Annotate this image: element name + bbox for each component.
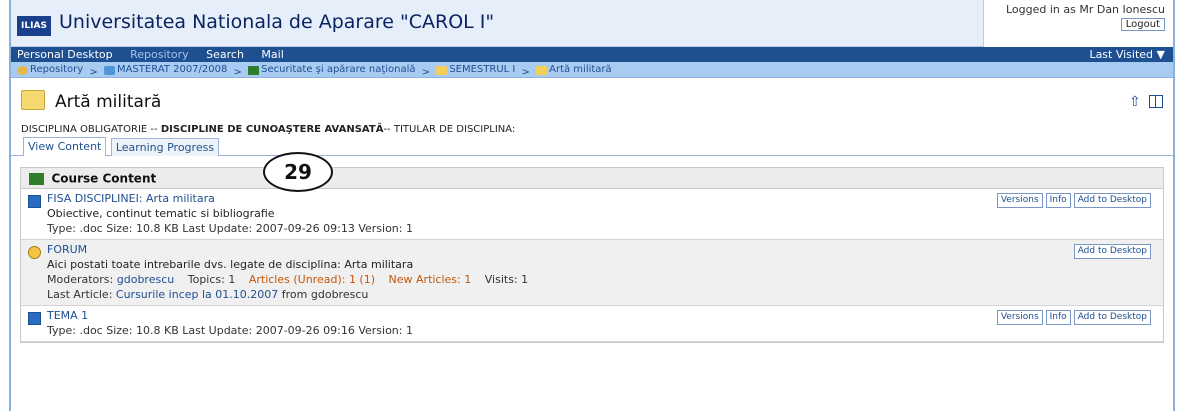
list-item: TEMA 1 Type: .doc Size: 10.8 KB Last Upd… [21, 306, 1163, 342]
block-header: Course Content 29 [21, 152, 1163, 192]
list-item: FISA DISCIPLINEI: Arta militara Obiectiv… [21, 189, 1163, 240]
item-actions: Versions Info Add to Desktop [996, 193, 1151, 208]
breadcrumb-item-repository[interactable]: Repository [17, 62, 83, 78]
header: ILIAS Universitatea Nationala de Aparare… [11, 0, 1173, 47]
forum-stats: Moderators: gdobrescu Topics: 1 Articles… [47, 273, 529, 286]
add-to-desktop-button[interactable]: Add to Desktop [1073, 193, 1151, 208]
category-icon [103, 65, 115, 75]
item-actions: Add to Desktop [1073, 244, 1151, 259]
versions-button[interactable]: Versions [996, 310, 1043, 325]
login-box: Logged in as Mr Dan Ionescu Logout [983, 0, 1173, 47]
item-properties: Type: .doc Size: 10.8 KB Last Update: 20… [47, 324, 413, 337]
nav-personal-desktop[interactable]: Personal Desktop [17, 47, 113, 62]
block-title: Course Content [51, 171, 157, 186]
versions-button[interactable]: Versions [996, 193, 1043, 208]
course-icon [248, 65, 260, 75]
ilias-window: ILIAS Universitatea Nationala de Aparare… [9, 0, 1175, 411]
site-title: Universitatea Nationala de Aparare "CARO… [59, 11, 495, 33]
main-nav: Personal Desktop Repository Search Mail … [11, 47, 1173, 62]
folder-icon [21, 90, 45, 110]
item-description: Aici postati toate intrebarile dvs. lega… [47, 258, 414, 271]
breadcrumb-separator: > [89, 66, 98, 78]
tab-bar: View Content Learning Progress [11, 137, 1173, 156]
callout-marker: 29 [263, 152, 333, 192]
unread-articles: Articles (Unread): 1 (1) [248, 273, 376, 286]
info-button[interactable]: Info [1045, 193, 1071, 208]
page-title: Artă militară [55, 92, 162, 112]
nav-mail[interactable]: Mail [261, 47, 283, 62]
item-description: Obiective, continut tematic si bibliogra… [47, 207, 275, 220]
tab-learning-progress[interactable]: Learning Progress [110, 138, 220, 156]
logged-in-text: Logged in as Mr Dan Ionescu [1005, 3, 1165, 16]
breadcrumb-separator: > [421, 66, 431, 78]
file-download-icon[interactable] [28, 195, 41, 208]
tab-view-content[interactable]: View Content [23, 137, 107, 156]
add-to-desktop-button[interactable]: Add to Desktop [1073, 310, 1151, 325]
course-content-block: Course Content 29 FISA DISCIPLINEI: Arta… [20, 152, 1164, 343]
breadcrumb-item-semestrul[interactable]: SEMESTRUL I [436, 62, 515, 78]
breadcrumb: Repository > MASTERAT 2007/2008 > Securi… [11, 62, 1173, 78]
add-to-desktop-button[interactable]: Add to Desktop [1073, 244, 1151, 259]
logout-button[interactable]: Logout [1120, 18, 1165, 31]
info-button[interactable]: Info [1045, 310, 1071, 325]
ilias-logo[interactable]: ILIAS [17, 16, 51, 36]
file-download-icon[interactable] [28, 312, 41, 325]
nav-search[interactable]: Search [206, 47, 244, 62]
new-articles: New Articles: 1 [388, 273, 472, 286]
last-article: Last Article: Cursurile incep la 01.10.2… [47, 288, 369, 301]
item-title-link[interactable]: FISA DISCIPLINEI: Arta militara [47, 192, 1157, 206]
breadcrumb-item-securitate[interactable]: Securitate şi apărare naţională [248, 62, 416, 78]
last-visited-menu[interactable]: Last Visited ▼ [1089, 47, 1165, 62]
list-item: FORUM Aici postati toate intrebarile dvs… [21, 240, 1163, 306]
breadcrumb-item-masterat[interactable]: MASTERAT 2007/2008 [103, 62, 227, 78]
folder-icon [536, 65, 548, 75]
item-title-link[interactable]: TEMA 1 [47, 309, 1157, 323]
breadcrumb-item-arta[interactable]: Artă militară [536, 62, 612, 78]
breadcrumb-separator: > [233, 66, 242, 78]
breadcrumb-separator: > [521, 66, 530, 78]
item-actions: Versions Info Add to Desktop [996, 310, 1151, 325]
forum-icon[interactable] [28, 246, 41, 259]
folder-icon [436, 65, 448, 75]
course-icon [29, 173, 44, 185]
layout-toggle-icon[interactable] [1149, 95, 1163, 108]
item-properties: Type: .doc Size: 10.8 KB Last Update: 20… [47, 222, 413, 235]
page-description: DISCIPLINA OBLIGATORIE -- DISCIPLINE DE … [21, 124, 516, 135]
last-article-link[interactable]: Cursurile incep la 01.10.2007 [116, 288, 278, 301]
title-row: Artă militară ⇧ [11, 78, 1173, 118]
item-title-link[interactable]: FORUM [47, 243, 1157, 257]
up-arrow-icon[interactable]: ⇧ [1129, 95, 1143, 109]
moderator-link[interactable]: gdobrescu [117, 273, 174, 286]
repository-icon [17, 65, 28, 75]
nav-repository[interactable]: Repository [130, 47, 189, 62]
